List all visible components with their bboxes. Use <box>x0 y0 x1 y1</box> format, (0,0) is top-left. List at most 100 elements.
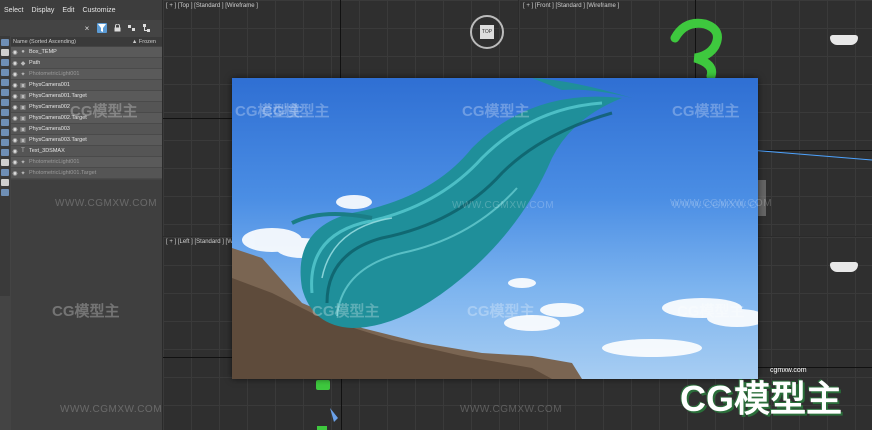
eye-icon[interactable]: ◉ <box>11 82 19 89</box>
list-item[interactable]: ◉ ● Box_TEMP <box>11 47 162 58</box>
scene-explorer: × Name (Sorted Ascending) ▲ Frozen ◉ ● B… <box>0 20 162 430</box>
item-label: PhotometricLight001 <box>29 71 80 77</box>
light-icon: ✦ <box>20 170 26 177</box>
explorer-toolbar: × <box>0 20 162 36</box>
menu-edit[interactable]: Edit <box>58 7 78 14</box>
path-object[interactable] <box>312 378 352 430</box>
watermark-logo: CG模型主 <box>235 103 303 120</box>
list-item[interactable]: ◉ ▣ PhysCamera001 <box>11 80 162 91</box>
column-name-label[interactable]: Name (Sorted Ascending) <box>13 39 76 45</box>
watermark-logo: CG模型主 <box>52 303 120 320</box>
helper-filter-icon[interactable] <box>1 109 9 116</box>
watermark-url: WWW.CGMXW.COM <box>670 198 773 209</box>
watermark-logo: CG模型主 <box>462 103 530 120</box>
container-filter-icon[interactable] <box>1 159 9 166</box>
light-icon: ✦ <box>20 71 26 78</box>
group-filter-icon[interactable] <box>1 129 9 136</box>
bone-filter-icon[interactable] <box>1 149 9 156</box>
camera-filter-icon[interactable] <box>1 99 9 106</box>
viewcube[interactable]: TOP <box>470 15 504 49</box>
eye-icon[interactable]: ◉ <box>11 104 19 111</box>
object-icon: ◆ <box>20 60 26 67</box>
target-icon: ▣ <box>20 115 26 122</box>
viewport-label-top[interactable]: [ + ] [Top ] [Standard ] [Wireframe ] <box>166 3 258 9</box>
eye-icon[interactable]: ◉ <box>11 93 19 100</box>
text-3dsmax-object[interactable] <box>665 18 735 80</box>
watermark-logo: CG模型主 <box>467 303 535 320</box>
find-icon[interactable] <box>1 189 9 196</box>
viewport-label-front[interactable]: [ + ] [Front ] [Standard ] [Wireframe ] <box>523 3 619 9</box>
eye-icon[interactable]: ◉ <box>11 115 19 122</box>
spacewarp-filter-icon[interactable] <box>1 119 9 126</box>
watermark-logo: CG模型主 <box>677 303 745 320</box>
list-item[interactable]: ◉ ✦ PhotometricLight001 <box>11 69 162 80</box>
list-item[interactable]: ◉ ▣ PhysCamera003.Target <box>11 135 162 146</box>
eye-icon[interactable]: ◉ <box>11 148 19 155</box>
watermark-url: WWW.CGMXW.COM <box>460 404 563 415</box>
lock-icon[interactable] <box>112 23 122 33</box>
watermark-url: WWW.CGMXW.COM <box>55 198 158 209</box>
display-none-icon[interactable] <box>1 49 9 56</box>
list-item[interactable]: ◉ ✦ PhotometricLight001.Target <box>11 168 162 179</box>
object-icon: ● <box>21 49 25 55</box>
text-object-icon: T <box>21 148 25 154</box>
render-preview-image: CG模型主 CG模型主 CG模型主 CG模型主 CG模型主 CG模型主 WWW.… <box>232 78 758 379</box>
close-icon[interactable]: × <box>82 23 92 33</box>
item-label: PhotometricLight001.Target <box>29 170 97 176</box>
eye-icon[interactable]: ◉ <box>11 159 19 166</box>
explorer-side-toolbar <box>0 36 10 296</box>
menu-select[interactable]: Select <box>0 7 27 14</box>
display-all-icon[interactable] <box>1 39 9 46</box>
viewcube-perspective[interactable] <box>830 262 858 272</box>
watermark-logo-large: CG模型主 <box>680 378 843 419</box>
item-label: PhysCamera001.Target <box>29 93 87 99</box>
target-icon: ▣ <box>20 93 26 100</box>
list-item[interactable]: ◉ ▣ PhysCamera003 <box>11 124 162 135</box>
viewcube-front[interactable] <box>830 35 858 45</box>
eye-icon[interactable]: ◉ <box>11 170 19 177</box>
column-frozen-label[interactable]: ▲ Frozen <box>132 39 156 45</box>
item-label: PhysCamera002 <box>29 104 70 110</box>
item-label: PhysCamera003 <box>29 126 70 132</box>
camera-icon: ▣ <box>20 104 26 111</box>
xref-filter-icon[interactable] <box>1 139 9 146</box>
target-icon: ▣ <box>20 137 26 144</box>
camera-icon: ▣ <box>20 82 26 89</box>
hidden-filter-icon[interactable] <box>1 179 9 186</box>
item-label: PhysCamera001 <box>29 82 70 88</box>
watermark-logo: CG模型主 <box>672 103 740 120</box>
funnel-icon[interactable] <box>97 23 107 33</box>
frozen-filter-icon[interactable] <box>1 169 9 176</box>
shape-filter-icon[interactable] <box>1 79 9 86</box>
item-label: PhotometricLight001 <box>29 159 80 165</box>
watermark-url: WWW.CGMXW.COM <box>60 404 163 415</box>
eye-icon[interactable]: ◉ <box>11 126 19 133</box>
viewcube-face[interactable]: TOP <box>480 25 494 39</box>
item-label: Path <box>29 60 41 66</box>
eye-icon[interactable]: ◉ <box>11 49 19 56</box>
explorer-column-header[interactable]: Name (Sorted Ascending) ▲ Frozen <box>11 37 162 46</box>
render-scene <box>232 78 758 379</box>
list-item[interactable]: ◉ T Text_3DSMAX <box>11 146 162 157</box>
light-icon: ✦ <box>20 159 26 166</box>
eye-icon[interactable]: ◉ <box>11 60 19 67</box>
watermark-url: WWW.CGMXW.COM <box>452 200 555 211</box>
menu-display[interactable]: Display <box>27 7 58 14</box>
item-label: Box_TEMP <box>29 49 57 55</box>
eye-icon[interactable]: ◉ <box>11 137 19 144</box>
camera-icon: ▣ <box>20 126 26 133</box>
front-viewport-lines <box>750 150 872 216</box>
watermark-logo: CG模型主 <box>312 303 380 320</box>
menu-customize[interactable]: Customize <box>78 7 119 14</box>
item-label: PhysCamera003.Target <box>29 137 87 143</box>
eye-icon[interactable]: ◉ <box>11 71 19 78</box>
item-label: Text_3DSMAX <box>29 148 65 154</box>
invert-icon[interactable] <box>1 59 9 66</box>
hierarchy-icon[interactable] <box>142 23 152 33</box>
light-filter-icon[interactable] <box>1 89 9 96</box>
list-item[interactable]: ◉ ✦ PhotometricLight001 <box>11 157 162 168</box>
geometry-filter-icon[interactable] <box>1 69 9 76</box>
list-item[interactable]: ◉ ◆ Path <box>11 58 162 69</box>
layers-icon[interactable] <box>127 23 137 33</box>
menu-bar: Select Display Edit Customize <box>0 0 162 21</box>
